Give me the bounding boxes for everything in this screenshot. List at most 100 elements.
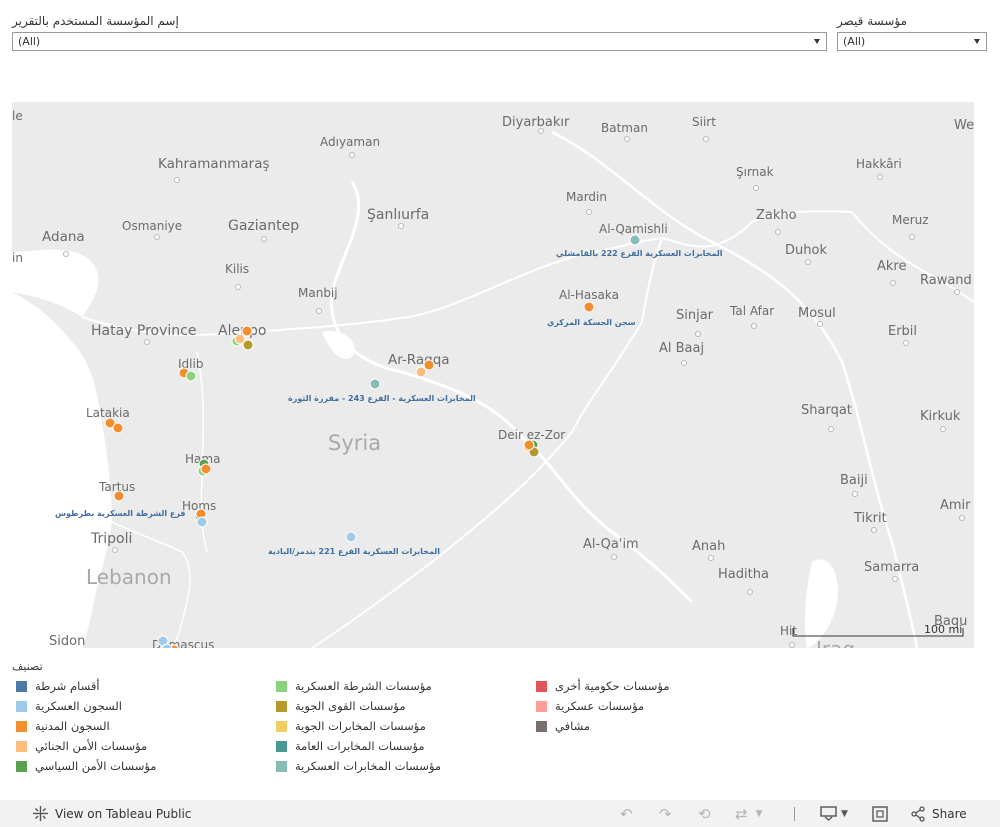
download-button[interactable]: ▼ [820, 800, 848, 827]
city-marker [611, 554, 617, 560]
legend-item[interactable]: مؤسسات الشرطة العسكرية [276, 678, 432, 694]
report-user-filter-value: (All) [18, 35, 41, 48]
place-label: in [12, 251, 23, 265]
legend-item[interactable]: مؤسسات المخابرات العسكرية [276, 758, 441, 774]
legend-swatch [536, 700, 547, 712]
city-marker [753, 185, 759, 191]
legend-item[interactable]: السجون المدنية [16, 718, 110, 734]
city-marker [954, 289, 960, 295]
place-label: Tal Afar [729, 304, 774, 318]
legend-item[interactable]: مشافي [536, 718, 590, 734]
data-point [200, 463, 212, 475]
share-icon [911, 805, 925, 822]
place-label: Mosul [798, 306, 836, 321]
place-label: We [954, 118, 974, 133]
legend-title: تصنيف [12, 660, 43, 673]
place-label: Sinjar [676, 308, 714, 323]
data-point [185, 370, 197, 382]
place-label: Zakho [756, 208, 797, 223]
legend-item[interactable]: مؤسسات القوى الجوية [276, 698, 406, 714]
undo-button[interactable]: ↶ [620, 800, 633, 827]
caesar-filter-value: (All) [843, 35, 866, 48]
map-annotation: سجن الحسكة المركزي [547, 318, 636, 327]
city-marker [112, 547, 118, 553]
legend-item[interactable]: مؤسسات حكومية أخرى [536, 678, 669, 694]
caesar-filter-select[interactable]: (All) [837, 32, 987, 51]
place-label: Adana [42, 229, 85, 245]
data-point [113, 490, 125, 502]
data-point [242, 339, 254, 351]
report-user-filter-label: إسم المؤسسة المستخدم بالتقرير [12, 14, 179, 28]
legend-item[interactable]: أقسام شرطة [16, 678, 100, 694]
legend-swatch [536, 680, 547, 692]
mediterranean-sea [12, 292, 112, 648]
place-label: Hakkâri [856, 157, 902, 171]
revert-button[interactable]: ⟲ [698, 800, 711, 827]
chevron-down-icon: ▼ [755, 808, 763, 819]
city-marker [144, 339, 150, 345]
view-on-public-label: View on Tableau Public [55, 806, 192, 821]
legend-swatch [16, 760, 27, 772]
place-label: Hatay Province [91, 323, 196, 339]
legend-swatch [16, 680, 27, 692]
place-label: Amir [940, 498, 971, 513]
scale-label: 100 mi [924, 623, 962, 636]
legend-label: السجون المدنية [35, 719, 110, 733]
legend-swatch [276, 700, 287, 712]
city-marker [235, 284, 241, 290]
legend-label: مؤسسات المخابرات العامة [295, 739, 425, 753]
place-label: Tripoli [90, 531, 132, 547]
refresh-button[interactable]: ⇄ ▼ [735, 800, 763, 827]
city-marker [316, 308, 322, 314]
legend-item[interactable]: مؤسسات الأمن السياسي [16, 758, 156, 774]
place-label: Akre [877, 259, 906, 274]
chevron-down-icon: ▼ [841, 808, 848, 819]
place-label: Siirt [692, 115, 716, 129]
place-label: Haditha [718, 567, 769, 582]
country-label: Syria [328, 431, 381, 455]
city-marker [892, 576, 898, 582]
redo-button[interactable]: ↷ [659, 800, 672, 827]
share-label: Share [932, 806, 967, 821]
city-marker [775, 229, 781, 235]
place-label: Rawand [920, 273, 972, 288]
map-view[interactable]: Diyarbakır Batman Siirt Kahramanmaraş Ad… [12, 102, 974, 648]
legend-item[interactable]: مؤسسات المخابرات العامة [276, 738, 425, 754]
legend-swatch [536, 720, 547, 732]
city-marker [398, 223, 404, 229]
country-label: Lebanon [86, 565, 172, 589]
city-marker [789, 642, 795, 648]
share-button[interactable]: Share [910, 800, 967, 827]
legend-item[interactable]: مؤسسات المخابرات الجوية [276, 718, 426, 734]
data-point [423, 359, 435, 371]
place-label: Al-Hasaka [559, 288, 619, 302]
place-label: Latakia [86, 406, 130, 420]
city-marker [624, 136, 630, 142]
city-marker [903, 340, 909, 346]
fullscreen-button[interactable] [872, 800, 888, 827]
place-label: Mardin [566, 190, 607, 204]
place-label: Kahramanmaraş [158, 156, 270, 172]
legend-item[interactable]: مؤسسات الأمن الجنائي [16, 738, 147, 754]
legend-label: مؤسسات الأمن الجنائي [35, 739, 148, 753]
fullscreen-icon [872, 805, 888, 822]
city-marker [890, 280, 896, 286]
place-label: le [12, 109, 23, 123]
view-on-public-link[interactable]: View on Tableau Public [32, 800, 191, 827]
city-marker [871, 527, 877, 533]
bottom-toolbar: View on Tableau Public ↶ ↷ ⟲ ⇄ ▼ ▼ Share [0, 800, 1000, 827]
city-marker [805, 259, 811, 265]
chevron-down-icon [974, 39, 980, 44]
tableau-logo-icon [33, 806, 48, 821]
city-marker [695, 331, 701, 337]
refresh-icon: ⇄ [735, 804, 748, 823]
legend-item[interactable]: السجون العسكرية [16, 698, 122, 714]
legend-item[interactable]: مؤسسات عسكرية [536, 698, 644, 714]
place-label: Osmaniye [122, 219, 182, 233]
data-point [196, 516, 208, 528]
data-point [369, 378, 381, 390]
place-label: Al Baaj [659, 341, 704, 356]
report-user-filter-select[interactable]: (All) [12, 32, 827, 51]
place-label: Kirkuk [920, 409, 961, 424]
place-label: Ar-Raqqa [388, 352, 450, 368]
